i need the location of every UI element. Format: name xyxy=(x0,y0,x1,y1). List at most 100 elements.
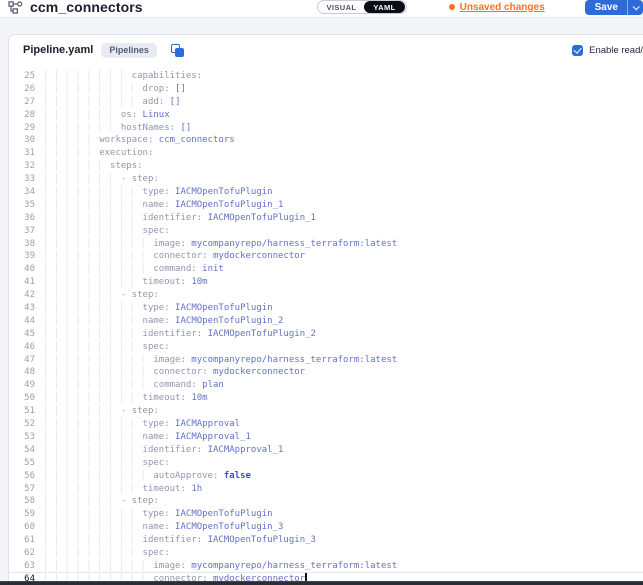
line-number: 47 xyxy=(9,354,35,365)
line-number: 53 xyxy=(9,431,35,442)
line-number: 58 xyxy=(9,495,35,506)
code-line[interactable]: 29 hostNames: [] xyxy=(9,121,643,134)
code-line[interactable]: 38 image: mycompanyrepo/harness_terrafor… xyxy=(9,237,643,250)
code-line[interactable]: 42 - step: xyxy=(9,288,643,301)
yaml-key: - step: xyxy=(121,290,159,300)
line-number: 29 xyxy=(9,122,35,133)
line-number: 38 xyxy=(9,238,35,249)
line-number: 37 xyxy=(9,225,35,236)
line-number: 55 xyxy=(9,457,35,468)
yaml-key: workspace: xyxy=(99,135,153,145)
line-number: 46 xyxy=(9,341,35,352)
yaml-key: connector: xyxy=(153,367,207,377)
yaml-value: 10m xyxy=(186,393,208,403)
line-number: 56 xyxy=(9,470,35,481)
line-number: 42 xyxy=(9,289,35,300)
yaml-key: timeout: xyxy=(143,277,186,287)
code-line[interactable]: 45 identifier: IACMOpenTofuPlugin_2 xyxy=(9,327,643,340)
code-line[interactable]: 52 type: IACMApproval xyxy=(9,417,643,430)
code-line[interactable]: 27 add: [] xyxy=(9,95,643,108)
copy-icon[interactable] xyxy=(171,44,184,57)
yaml-key: command: xyxy=(153,380,196,390)
code-line[interactable]: 60 name: IACMOpenTofuPlugin_3 xyxy=(9,520,643,533)
toggle-visual[interactable]: VISUAL xyxy=(319,2,365,13)
visual-yaml-toggle[interactable]: VISUAL YAML xyxy=(317,0,407,14)
code-line[interactable]: 55 spec: xyxy=(9,456,643,469)
code-line[interactable]: 43 type: IACMOpenTofuPlugin xyxy=(9,301,643,314)
code-line[interactable]: 50 timeout: 10m xyxy=(9,391,643,404)
yaml-value: IACMApproval xyxy=(170,419,240,429)
code-line[interactable]: 47 image: mycompanyrepo/harness_terrafor… xyxy=(9,353,643,366)
code-line[interactable]: 41 timeout: 10m xyxy=(9,275,643,288)
yaml-value: IACMOpenTofuPlugin xyxy=(170,303,273,313)
line-number: 27 xyxy=(9,96,35,107)
yaml-key: timeout: xyxy=(143,484,186,494)
yaml-key: connector: xyxy=(153,251,207,261)
yaml-value: IACMApproval_1 xyxy=(202,445,283,455)
code-line[interactable]: 57 timeout: 1h xyxy=(9,482,643,495)
line-number: 54 xyxy=(9,444,35,455)
code-line[interactable]: 51 - step: xyxy=(9,404,643,417)
code-line[interactable]: 44 name: IACMOpenTofuPlugin_2 xyxy=(9,314,643,327)
code-line[interactable]: 36 identifier: IACMOpenTofuPlugin_1 xyxy=(9,211,643,224)
code-line[interactable]: 48 connector: mydockerconnector xyxy=(9,365,643,378)
yaml-value: mycompanyrepo/harness_terraform:latest xyxy=(186,561,397,571)
code-line[interactable]: 62 spec: xyxy=(9,546,643,559)
code-line[interactable]: 25 capabilities: xyxy=(9,69,643,82)
yaml-value: mycompanyrepo/harness_terraform:latest xyxy=(186,355,397,365)
yaml-value: IACMOpenTofuPlugin_2 xyxy=(202,329,316,339)
yaml-key: - step: xyxy=(121,496,159,506)
yaml-value: [] xyxy=(175,123,191,133)
yaml-value: IACMOpenTofuPlugin_1 xyxy=(202,213,316,223)
code-line[interactable]: 56 autoApprove: false xyxy=(9,469,643,482)
file-name: Pipeline.yaml xyxy=(23,44,93,56)
enable-read-checkbox[interactable] xyxy=(572,45,583,56)
code-line[interactable]: 39 connector: mydockerconnector xyxy=(9,249,643,262)
code-line[interactable]: 33 - step: xyxy=(9,172,643,185)
page-title: ccm_connectors xyxy=(30,0,143,15)
line-number: 44 xyxy=(9,315,35,326)
code-line[interactable]: 26 drop: [] xyxy=(9,82,643,95)
code-line[interactable]: 34 type: IACMOpenTofuPlugin xyxy=(9,185,643,198)
yaml-value: mydockerconnector xyxy=(208,251,306,261)
yaml-key: identifier: xyxy=(143,329,203,339)
line-number: 41 xyxy=(9,276,35,287)
code-line[interactable]: 61 identifier: IACMOpenTofuPlugin_3 xyxy=(9,533,643,546)
line-number: 33 xyxy=(9,173,35,184)
yaml-value: 10m xyxy=(186,277,208,287)
yaml-value: [] xyxy=(170,84,186,94)
file-bar: Pipeline.yaml Pipelines Enable read/ xyxy=(9,35,643,65)
code-line[interactable]: 30 workspace: ccm_connectors xyxy=(9,133,643,146)
code-line[interactable]: 40 command: init xyxy=(9,262,643,275)
code-line[interactable]: 53 name: IACMApproval_1 xyxy=(9,430,643,443)
code-line[interactable]: 32 steps: xyxy=(9,159,643,172)
yaml-key: image: xyxy=(153,355,186,365)
code-line[interactable]: 28 os: Linux xyxy=(9,108,643,121)
code-line[interactable]: 54 identifier: IACMApproval_1 xyxy=(9,443,643,456)
save-button[interactable]: Save xyxy=(585,0,643,15)
code-line[interactable]: 35 name: IACMOpenTofuPlugin_1 xyxy=(9,198,643,211)
line-number: 59 xyxy=(9,508,35,519)
code-line[interactable]: 37 spec: xyxy=(9,224,643,237)
code-line[interactable]: 49 command: plan xyxy=(9,378,643,391)
yaml-key: drop: xyxy=(143,84,170,94)
yaml-key: hostNames: xyxy=(121,123,175,133)
yaml-code-editor[interactable]: 25 capabilities:26 drop: []27 add: []28 … xyxy=(9,65,643,585)
code-line[interactable]: 58 - step: xyxy=(9,494,643,507)
yaml-value: ccm_connectors xyxy=(153,135,234,145)
line-number: 50 xyxy=(9,392,35,403)
save-dropdown-button[interactable] xyxy=(627,0,643,15)
line-number: 48 xyxy=(9,366,35,377)
code-line[interactable]: 63 image: mycompanyrepo/harness_terrafor… xyxy=(9,559,643,572)
line-number: 35 xyxy=(9,199,35,210)
unsaved-changes-link[interactable]: Unsaved changes xyxy=(449,2,545,13)
line-number: 30 xyxy=(9,134,35,145)
yaml-key: spec: xyxy=(143,342,170,352)
code-line[interactable]: 31 execution: xyxy=(9,146,643,159)
yaml-key: identifier: xyxy=(143,535,203,545)
code-line[interactable]: 59 type: IACMOpenTofuPlugin xyxy=(9,507,643,520)
toggle-yaml[interactable]: YAML xyxy=(364,1,404,13)
code-lines: 25 capabilities:26 drop: []27 add: []28 … xyxy=(9,69,643,585)
code-line[interactable]: 46 spec: xyxy=(9,340,643,353)
line-number: 57 xyxy=(9,483,35,494)
